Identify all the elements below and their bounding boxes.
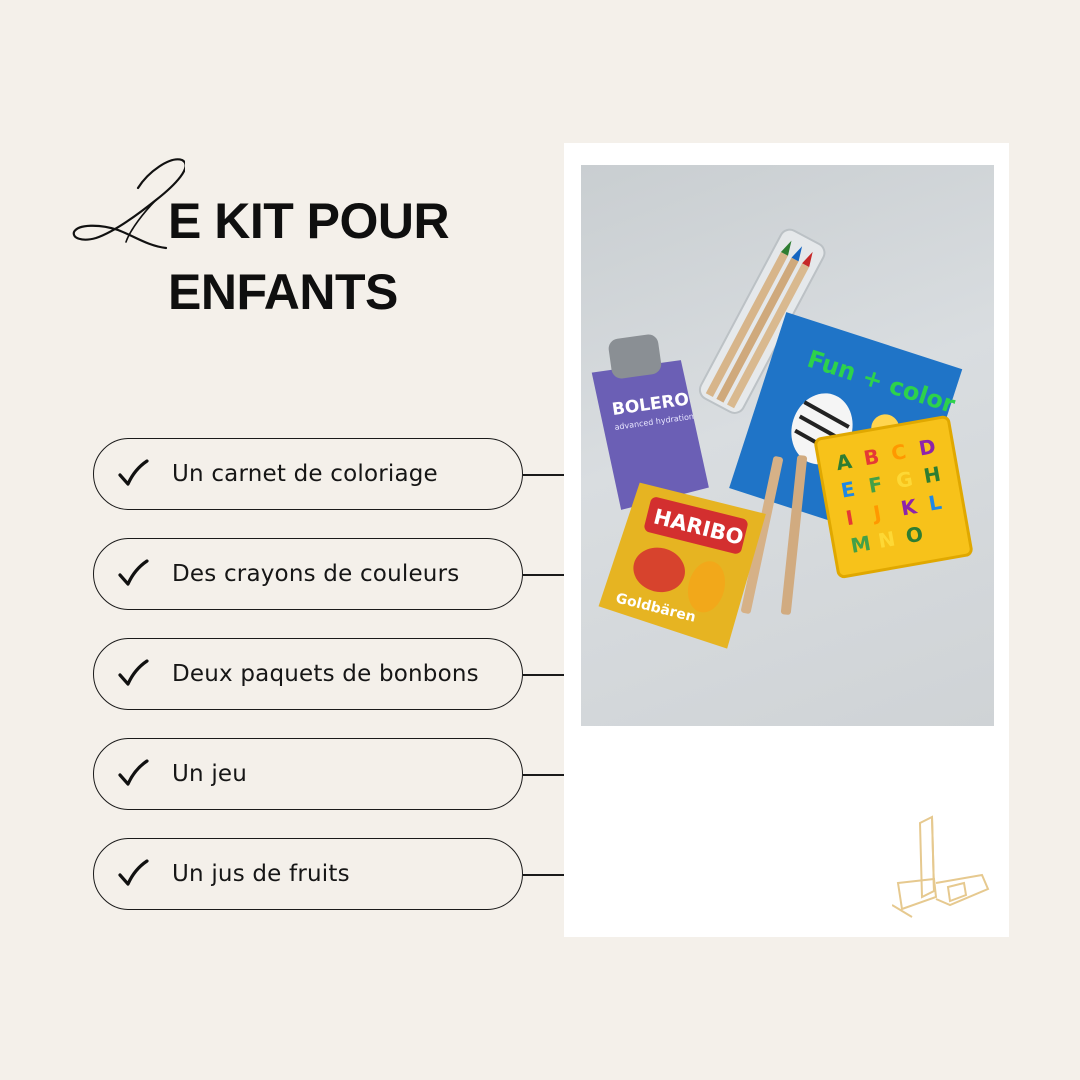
list-item-label: Un jus de fruits xyxy=(172,861,350,887)
list-item: Deux paquets de bonbons xyxy=(93,638,523,710)
check-icon xyxy=(118,659,149,686)
list-item-label: Un jeu xyxy=(172,761,248,787)
puzzle-letter: M xyxy=(849,531,873,558)
title-line-1: E KIT POUR xyxy=(168,193,450,249)
list-item-label: Des crayons de couleurs xyxy=(172,561,460,587)
title-line-2: ENFANTS xyxy=(168,264,398,320)
product-photo: Fun + color ABCDEFGHIJKLMNO BOLERO advan… xyxy=(581,165,994,726)
list-item: Des crayons de couleurs xyxy=(93,538,523,610)
check-icon xyxy=(118,759,149,786)
product-photo-illustration: Fun + color A B C DE F G HI J K LM N O BOLERO advan… xyxy=(591,228,973,649)
juice-pouch: BOLERO advanced hydration xyxy=(591,334,709,510)
list-item: Un carnet de coloriage xyxy=(93,438,523,510)
list-item: Un jeu xyxy=(93,738,523,810)
list-item-label: Deux paquets de bonbons xyxy=(172,661,479,687)
check-icon xyxy=(118,859,149,886)
list-item: Un jus de fruits xyxy=(93,838,523,910)
alphabet-puzzle: A B C DE F G HI J K LM N O xyxy=(814,415,973,579)
check-icon xyxy=(118,459,149,486)
check-icon xyxy=(118,559,149,586)
photo-card: Fun + color ABCDEFGHIJKLMNO BOLERO advan… xyxy=(564,143,1009,937)
building-logo-icon xyxy=(892,815,990,918)
list-item-label: Un carnet de coloriage xyxy=(172,461,438,487)
